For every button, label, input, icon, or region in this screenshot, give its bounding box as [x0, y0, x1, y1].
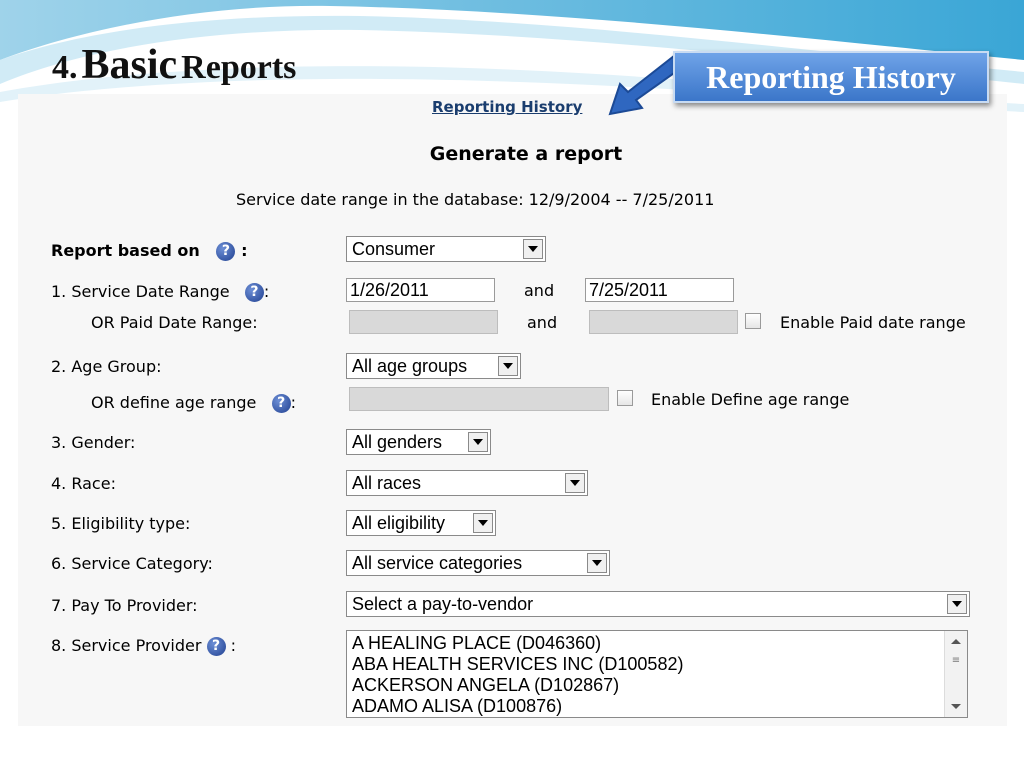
service-date-label: 1. Service Date Range ?: — [51, 282, 269, 302]
service-category-label: 6. Service Category: — [51, 554, 213, 573]
database-date-range-text: Service date range in the database: 12/9… — [236, 190, 715, 209]
listbox-scrollbar[interactable]: ≡ — [944, 631, 967, 717]
reporting-history-link[interactable]: Reporting History — [432, 98, 582, 116]
enable-paid-date-label: Enable Paid date range — [780, 313, 966, 332]
enable-paid-date-checkbox[interactable] — [745, 313, 761, 329]
service-category-value: All service categories — [352, 553, 523, 573]
enable-define-age-label: Enable Define age range — [651, 390, 850, 409]
age-group-label: 2. Age Group: — [51, 357, 162, 376]
race-label: 4. Race: — [51, 474, 116, 493]
define-age-colon: : — [290, 393, 297, 412]
help-icon[interactable]: ? — [244, 283, 264, 302]
pay-to-provider-label: 7. Pay To Provider: — [51, 596, 198, 615]
service-date-from-input[interactable]: 1/26/2011 — [346, 278, 495, 302]
eligibility-select[interactable]: All eligibility — [346, 510, 496, 536]
chevron-down-icon[interactable] — [565, 473, 585, 493]
pay-to-provider-select[interactable]: Select a pay-to-vendor — [346, 591, 970, 617]
list-item[interactable]: ADAMO ALISA (D100876) — [347, 696, 967, 717]
list-item[interactable]: A HEALING PLACE (D046360) — [347, 633, 967, 654]
paid-date-label: OR Paid Date Range: — [91, 313, 258, 332]
service-date-to-input[interactable]: 7/25/2011 — [585, 278, 734, 302]
chevron-down-icon[interactable] — [947, 594, 967, 614]
slide-title: 4. Basic Reports — [52, 44, 296, 86]
report-based-on-label-text: Report based on — [51, 241, 200, 260]
race-select[interactable]: All races — [346, 470, 588, 496]
gender-value: All genders — [352, 432, 443, 452]
list-item[interactable]: ACKERSON ANGELA (D102867) — [347, 675, 967, 696]
chevron-down-icon[interactable] — [587, 553, 607, 573]
define-age-label: OR define age range ?: — [91, 393, 296, 413]
service-category-select[interactable]: All service categories — [346, 550, 610, 576]
slide-title-number: 4. — [52, 49, 78, 86]
eligibility-value: All eligibility — [352, 513, 446, 533]
paid-date-from-input[interactable] — [349, 310, 498, 334]
report-based-on-label: Report based on ? : — [51, 241, 247, 261]
service-date-label-text: 1. Service Date Range — [51, 282, 230, 301]
service-date-and-label: and — [524, 281, 555, 300]
service-provider-label-text: 8. Service Provider — [51, 636, 202, 655]
service-date-colon: : — [263, 282, 270, 301]
slide-title-basic: Basic — [81, 42, 178, 88]
gender-select[interactable]: All genders — [346, 429, 491, 455]
chevron-down-icon[interactable] — [468, 432, 488, 452]
list-item[interactable]: ABA HEALTH SERVICES INC (D100582) — [347, 654, 967, 675]
enable-define-age-checkbox[interactable] — [617, 390, 633, 406]
age-group-value: All age groups — [352, 356, 468, 376]
reporting-history-callout: Reporting History — [673, 51, 989, 103]
slide-title-reports: Reports — [181, 49, 297, 86]
eligibility-label: 5. Eligibility type: — [51, 514, 191, 533]
define-age-label-text: OR define age range — [91, 393, 257, 412]
service-provider-colon: : — [230, 636, 237, 655]
paid-date-to-input[interactable] — [589, 310, 738, 334]
report-based-on-select[interactable]: Consumer — [346, 236, 546, 262]
race-value: All races — [352, 473, 422, 493]
define-age-input[interactable] — [349, 387, 609, 411]
scroll-up-icon[interactable] — [951, 639, 961, 644]
age-group-select[interactable]: All age groups — [346, 353, 521, 379]
service-provider-label: 8. Service Provider ? : — [51, 636, 236, 656]
report-based-on-colon: : — [241, 241, 248, 260]
pay-to-provider-value: Select a pay-to-vendor — [352, 594, 534, 614]
form-heading: Generate a report — [429, 143, 623, 165]
service-provider-listbox[interactable]: A HEALING PLACE (D046360) ABA HEALTH SER… — [346, 630, 968, 718]
scroll-thumb-icon[interactable]: ≡ — [948, 653, 964, 669]
paid-date-and-label: and — [527, 313, 558, 332]
gender-label: 3. Gender: — [51, 433, 136, 452]
report-based-on-value: Consumer — [352, 239, 436, 259]
help-icon[interactable]: ? — [271, 394, 291, 413]
scroll-down-icon[interactable] — [951, 704, 961, 709]
chevron-down-icon[interactable] — [523, 239, 543, 259]
chevron-down-icon[interactable] — [498, 356, 518, 376]
chevron-down-icon[interactable] — [473, 513, 493, 533]
help-icon[interactable]: ? — [216, 242, 236, 261]
help-icon[interactable]: ? — [206, 637, 226, 656]
